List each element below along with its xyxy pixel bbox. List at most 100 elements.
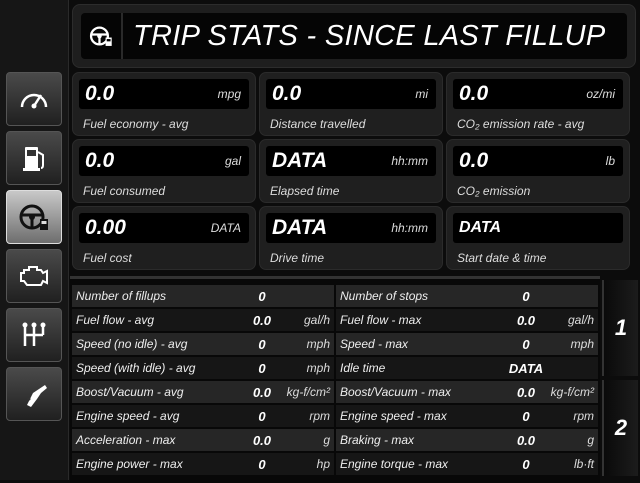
sidebar-item-engine[interactable] — [6, 249, 62, 303]
card-unit: mpg — [217, 87, 241, 101]
card-distance: 0.0 mi Distance travelled — [259, 72, 443, 136]
fuel-pump-icon — [23, 147, 44, 171]
header-icon — [81, 13, 123, 59]
row-unit: gal/h — [303, 313, 330, 327]
header: TRIP STATS - SINCE LAST FILLUP — [72, 4, 636, 68]
card-label: Fuel cost — [83, 251, 132, 265]
row-label: Boost/Vacuum - avg — [76, 385, 184, 399]
page-title: TRIP STATS - SINCE LAST FILLUP — [133, 20, 606, 52]
stats-table: Number of fillups 0 Fuel flow - avg 0.0 gal/… — [70, 276, 600, 483]
row-value: 0.0 — [252, 313, 272, 328]
table-row: Speed (no idle) - avg 0 mph — [72, 333, 334, 355]
row-value: 0 — [258, 409, 266, 424]
table-row: Engine torque - max 0 lb·ft — [336, 453, 598, 475]
card-unit: lb — [605, 154, 615, 168]
page-2-button[interactable]: 2 — [602, 380, 638, 476]
card-fuel-cost: 0.00 DATA Fuel cost — [72, 206, 256, 270]
card-value: DATA — [272, 216, 328, 239]
sidebar — [0, 0, 69, 480]
row-unit: kg-f/cm² — [550, 385, 594, 399]
row-label: Boost/Vacuum - max — [340, 385, 451, 399]
card-label: Drive time — [270, 251, 325, 265]
page-1-button[interactable]: 1 — [602, 280, 638, 376]
row-label: Engine power - max — [76, 457, 183, 471]
row-value: 0.0 — [516, 385, 536, 400]
row-unit: mph — [570, 337, 594, 351]
card-label: Fuel economy - avg — [83, 117, 189, 131]
row-label: Fuel flow - max — [340, 313, 422, 327]
row-unit: mph — [306, 361, 330, 375]
row-value: 0 — [258, 361, 266, 376]
row-value: 0 — [258, 337, 266, 352]
card-fuel-economy: 0.0 mpg Fuel economy - avg — [72, 72, 256, 136]
engine-icon — [20, 266, 48, 286]
row-value: 0 — [258, 289, 266, 304]
row-unit: hp — [316, 457, 330, 471]
row-value: DATA — [508, 361, 544, 376]
table-row: Engine speed - max 0 rpm — [336, 405, 598, 427]
row-label: Engine torque - max — [340, 457, 449, 471]
row-label: Number of fillups — [76, 289, 167, 303]
card-value: 0.0 — [459, 149, 489, 172]
sidebar-item-trip[interactable] — [6, 190, 62, 244]
sidebar-item-transmission[interactable] — [6, 308, 62, 362]
card-value: 0.0 — [272, 82, 302, 105]
table-row: Engine power - max 0 hp — [72, 453, 334, 475]
card-label: CO₂ emission — [457, 184, 531, 198]
card-value: 0.0 — [85, 149, 115, 172]
row-value: 0 — [522, 409, 530, 424]
card-label: Fuel consumed — [83, 184, 166, 198]
card-value: 0.0 — [85, 82, 115, 105]
card-label: CO₂ emission rate - avg — [457, 117, 585, 131]
sidebar-item-gauge[interactable] — [6, 72, 62, 126]
row-value: 0 — [522, 289, 530, 304]
row-label: Number of stops — [340, 289, 429, 303]
card-label: Start date & time — [457, 251, 547, 265]
card-unit: hh:mm — [391, 221, 428, 235]
row-label: Braking - max — [340, 433, 415, 447]
table-row: Speed - max 0 mph — [336, 333, 598, 355]
steering-wheel-fuel-icon — [89, 26, 112, 46]
steering-wheel-fuel-icon — [19, 204, 48, 230]
card-value: 0.0 — [459, 82, 489, 105]
table-row: Boost/Vacuum - avg 0.0 kg-f/cm² — [72, 381, 334, 403]
table-row: Fuel flow - avg 0.0 gal/h — [72, 309, 334, 331]
row-unit: lb·ft — [573, 457, 594, 471]
table-row: Speed (with idle) - avg 0 mph — [72, 357, 334, 379]
sidebar-item-fuel-nozzle[interactable] — [6, 367, 62, 421]
table-row: Idle time DATA — [336, 357, 598, 379]
row-label: Engine speed - avg — [76, 409, 180, 423]
table-row: Number of fillups 0 — [72, 285, 334, 307]
row-label: Idle time — [340, 361, 386, 375]
card-value: DATA — [459, 219, 502, 236]
fuel-nozzle-icon — [27, 385, 47, 407]
card-unit: hh:mm — [391, 154, 428, 168]
table-row: Braking - max 0.0 g — [336, 429, 598, 451]
row-value: 0.0 — [252, 433, 272, 448]
card-label: Distance travelled — [270, 117, 366, 131]
row-value: 0.0 — [516, 433, 536, 448]
row-unit: rpm — [573, 409, 594, 423]
sidebar-item-fuel[interactable] — [6, 131, 62, 185]
card-unit: gal — [224, 154, 241, 168]
row-unit: mph — [306, 337, 330, 351]
row-value: 0.0 — [252, 385, 272, 400]
card-value: DATA — [272, 149, 328, 172]
card-unit: mi — [415, 87, 428, 101]
card-co2-rate: 0.0 oz/mi CO₂ emission rate - avg — [446, 72, 630, 136]
card-value: 0.00 — [85, 216, 126, 239]
row-value: 0 — [522, 457, 530, 472]
gauge-icon — [20, 93, 48, 109]
row-value: 0.0 — [516, 313, 536, 328]
row-label: Engine speed - max — [340, 409, 447, 423]
card-co2-emission: 0.0 lb CO₂ emission — [446, 139, 630, 203]
card-drive-time: DATA hh:mm Drive time — [259, 206, 443, 270]
card-fuel-consumed: 0.0 gal Fuel consumed — [72, 139, 256, 203]
row-unit: kg-f/cm² — [286, 385, 330, 399]
table-row: Number of stops 0 — [336, 285, 598, 307]
row-label: Speed (with idle) - avg — [76, 361, 196, 375]
card-unit: oz/mi — [586, 87, 615, 101]
table-row: Acceleration - max 0.0 g — [72, 429, 334, 451]
table-row: Engine speed - avg 0 rpm — [72, 405, 334, 427]
row-label: Speed (no idle) - avg — [76, 337, 188, 351]
